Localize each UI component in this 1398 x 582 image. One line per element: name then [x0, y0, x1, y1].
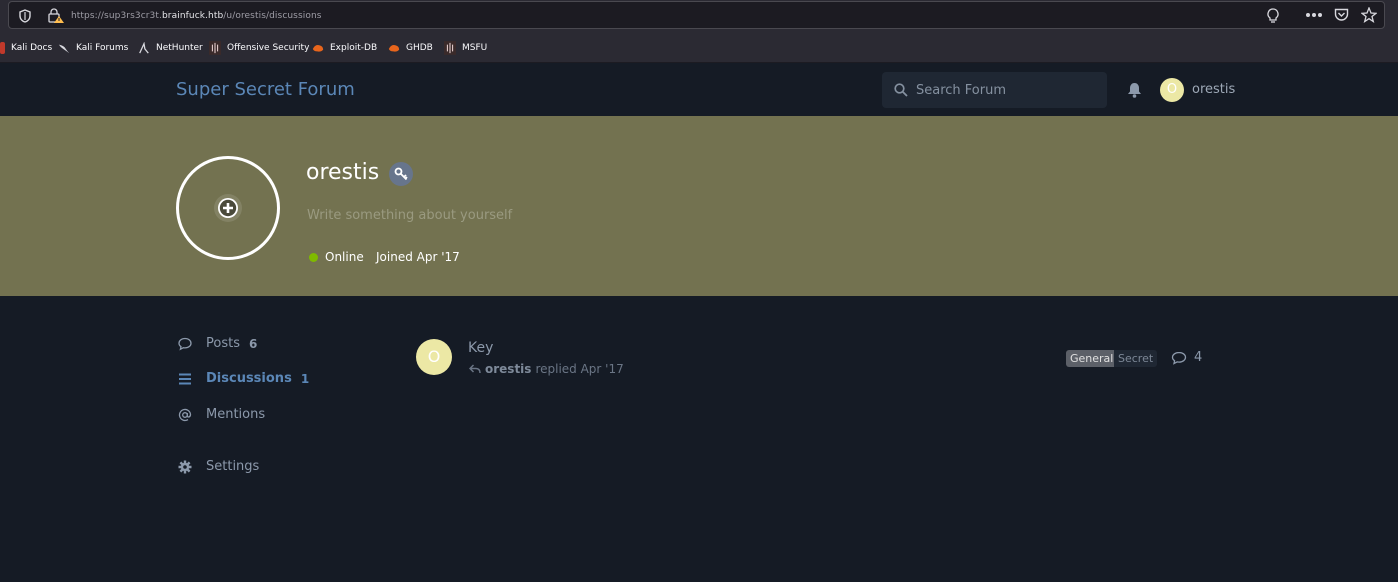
notifications-bell-icon[interactable]	[1127, 82, 1142, 98]
pocket-icon[interactable]	[1334, 8, 1349, 22]
key-icon	[394, 167, 408, 181]
more-actions-icon[interactable]	[1305, 12, 1323, 18]
search-placeholder: Search Forum	[916, 83, 1007, 98]
at-sign-icon	[178, 408, 192, 421]
url-prefix: https://sup3rs3cr3t.	[71, 11, 162, 21]
comment-count-icon	[1171, 351, 1187, 365]
nav-discussions[interactable]: Discussions 1	[178, 371, 309, 386]
bookmark-kali-docs[interactable]: Kali Docs	[0, 40, 52, 56]
bookmark-kali-forums[interactable]: Kali Forums	[58, 40, 128, 56]
bookmark-label: MSFU	[462, 43, 488, 53]
msfu-icon	[444, 41, 456, 55]
online-status: Online	[309, 250, 364, 264]
nav-mentions-label: Mentions	[206, 407, 266, 422]
forum-header: Super Secret Forum Search Forum O oresti…	[0, 63, 1398, 116]
nav-posts-count: 6	[248, 336, 258, 351]
bookmark-label: Kali Forums	[76, 43, 129, 53]
header-user-avatar[interactable]: O	[1160, 78, 1184, 102]
search-icon	[894, 83, 908, 97]
bookmark-label: Exploit-DB	[330, 43, 378, 53]
gear-icon	[178, 460, 192, 473]
online-indicator	[309, 252, 318, 262]
discussion-author-avatar[interactable]: O	[416, 339, 452, 375]
add-avatar-icon[interactable]	[213, 193, 243, 223]
nav-settings-label: Settings	[206, 459, 260, 474]
bookmark-label: GHDB	[406, 43, 433, 53]
bookmark-exploit-db[interactable]: Exploit-DB	[312, 40, 377, 56]
nav-posts-label: Posts	[206, 336, 240, 351]
tag-secret[interactable]: Secret	[1114, 350, 1158, 367]
kali-dragon-icon	[58, 44, 70, 54]
address-bar[interactable]: https://sup3rs3cr3t.brainfuck.htb/u/ores…	[8, 1, 1385, 29]
url-host: brainfuck.htb	[161, 11, 224, 21]
ghdb-icon	[388, 45, 400, 52]
nav-discussions-label: Discussions	[206, 371, 292, 386]
url-path: /u/orestis/discussions	[223, 11, 322, 21]
nethunter-icon	[139, 42, 149, 54]
insecure-lock-icon[interactable]	[47, 8, 65, 24]
bookmark-label: Kali Docs	[11, 43, 53, 53]
forum-title[interactable]: Super Secret Forum	[176, 79, 355, 100]
profile-bio-placeholder[interactable]: Write something about yourself	[307, 208, 512, 223]
profile-hero: orestis Write something about yourself O…	[0, 116, 1398, 296]
bookmark-offensive-security[interactable]: Offensive Security	[209, 40, 309, 56]
header-username[interactable]: orestis	[1192, 82, 1235, 97]
discussion-replies: 4	[1171, 350, 1202, 365]
bookmark-label: Offensive Security	[227, 43, 310, 53]
nav-settings[interactable]: Settings	[178, 459, 259, 474]
browser-toolbar: https://sup3rs3cr3t.brainfuck.htb/u/ores…	[0, 0, 1398, 31]
shield-icon[interactable]	[19, 9, 31, 23]
profile-avatar-upload[interactable]	[176, 156, 280, 260]
bookmarks-toolbar: Kali Docs Kali Forums NetHunter Offensiv…	[0, 31, 1398, 63]
comment-icon	[178, 337, 192, 351]
tag-general[interactable]: General	[1066, 350, 1118, 367]
discussion-title[interactable]: Key	[468, 340, 493, 356]
nav-mentions[interactable]: Mentions	[178, 407, 265, 422]
exploit-db-icon	[312, 45, 324, 52]
bookmark-star-icon[interactable]	[1361, 7, 1377, 23]
kali-docs-icon	[0, 42, 5, 54]
bookmark-nethunter[interactable]: NetHunter	[138, 40, 203, 56]
lightbulb-icon[interactable]	[1267, 8, 1279, 24]
discussion-last-poster[interactable]: orestis	[485, 362, 531, 376]
profile-name: orestis	[306, 160, 380, 185]
nav-posts[interactable]: Posts 6	[178, 336, 257, 351]
online-label: Online	[325, 250, 364, 264]
discussion-meta: orestis replied Apr '17	[469, 362, 624, 376]
bookmark-msfu[interactable]: MSFU	[444, 40, 487, 56]
nav-discussions-count: 1	[300, 371, 310, 386]
search-input[interactable]: Search Forum	[882, 72, 1107, 108]
reply-icon	[469, 364, 481, 374]
bookmark-label: NetHunter	[156, 43, 203, 53]
url-text: https://sup3rs3cr3t.brainfuck.htb/u/ores…	[71, 11, 322, 21]
key-badge[interactable]	[389, 162, 413, 186]
reply-count: 4	[1194, 350, 1203, 365]
joined-date: Joined Apr '17	[376, 250, 460, 264]
list-icon	[179, 373, 191, 384]
discussion-action: replied Apr '17	[535, 362, 624, 376]
bookmark-ghdb[interactable]: GHDB	[388, 40, 433, 56]
offsec-icon	[209, 41, 221, 55]
